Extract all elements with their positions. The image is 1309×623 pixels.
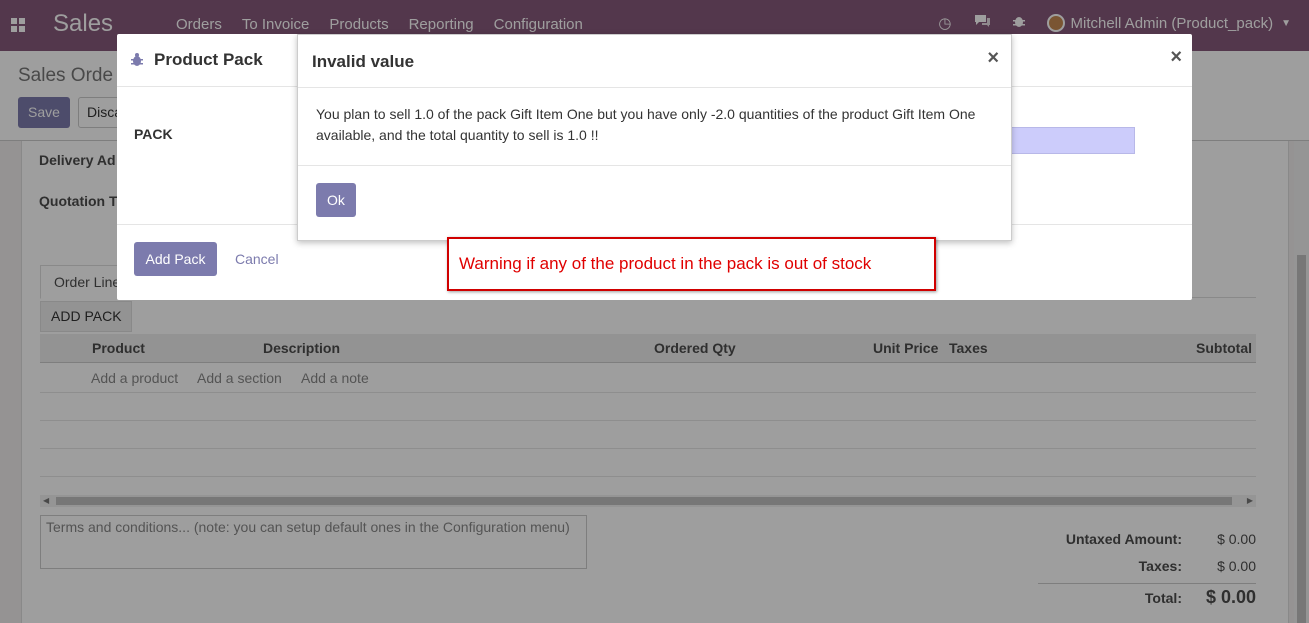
annotation-text: Warning if any of the product in the pac… xyxy=(459,254,872,273)
dialog-title: Product Pack xyxy=(154,50,263,69)
pack-field-label: PACK xyxy=(134,126,173,142)
invalid-value-dialog: Invalid value × You plan to sell 1.0 of … xyxy=(297,34,1012,241)
close-icon[interactable]: × xyxy=(987,47,999,70)
pack-input[interactable] xyxy=(1001,127,1135,154)
bug-icon xyxy=(131,53,143,66)
dialog-footer: Ok xyxy=(298,165,1011,241)
dialog-header: Invalid value × xyxy=(298,35,1011,88)
close-icon[interactable]: × xyxy=(1170,46,1182,69)
ok-button[interactable]: Ok xyxy=(316,183,356,217)
cancel-button[interactable]: Cancel xyxy=(235,251,279,267)
dialog-title: Invalid value xyxy=(312,52,415,71)
warning-message: You plan to sell 1.0 of the pack Gift It… xyxy=(316,106,976,143)
add-pack-confirm-button[interactable]: Add Pack xyxy=(134,242,217,276)
annotation-callout: Warning if any of the product in the pac… xyxy=(447,237,936,291)
